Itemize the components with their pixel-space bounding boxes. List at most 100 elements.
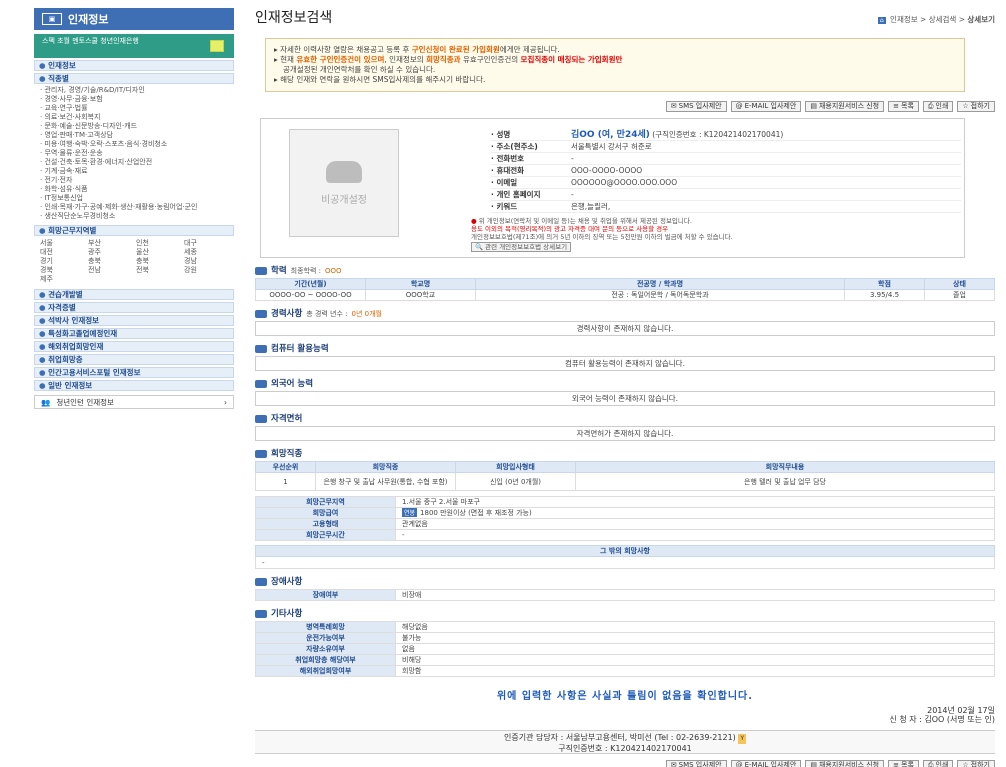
sidebar-item-job[interactable]: 인쇄·목재·가구·공예·제화·생산·재활용·농림어업·군인: [40, 203, 234, 212]
education-title: 학력 최종학력 : OOO: [255, 266, 995, 276]
print-button[interactable]: ⎙ 인쇄: [922, 760, 954, 767]
sidebar-item-job[interactable]: 건설·건축·토목·환경·에너지·산업안전: [40, 158, 234, 167]
table-header: 희망직무내용: [575, 461, 995, 473]
reply-icon[interactable]: Y: [738, 734, 747, 744]
sidebar-item-job[interactable]: 전기·전자: [40, 176, 234, 185]
sidebar-section-job-type[interactable]: 직종별: [34, 73, 234, 84]
sidebar-item-job[interactable]: 의료·보건·사회복지: [40, 113, 234, 122]
table-row: 병역특례희망 해당없음: [255, 621, 995, 633]
other-hope-header: 그 밖의 희망사항: [255, 545, 995, 557]
sidebar-item-job[interactable]: 경영·사무·금융·보험: [40, 95, 234, 104]
region-link[interactable]: 울산: [136, 248, 180, 257]
email-label: 이메일: [491, 177, 571, 188]
breadcrumb-item[interactable]: 인재정보: [890, 15, 918, 24]
region-link[interactable]: 충북: [88, 257, 132, 266]
region-link[interactable]: 광주: [88, 248, 132, 257]
agency-info: 인증기관 담당자 : 서울남부고용센터, 박미선 (Tel : 02-2639-…: [255, 730, 995, 754]
sidebar-item-job[interactable]: 미용·여행·숙박·오락·스포츠·음식·경비청소: [40, 140, 234, 149]
certificate-title: 자격면허: [255, 414, 995, 424]
sidebar-section-apprentice[interactable]: 견습개발별: [34, 289, 234, 300]
hope-detail-table: 희망근무지역 1.서울 중구 2.서울 마포구 희망급여 연봉 1800 만원이상 (…: [255, 496, 995, 541]
career-empty: 경력사항이 존재하지 않습니다.: [255, 321, 995, 336]
table-header: 우선순위: [255, 461, 316, 473]
privacy-law-button[interactable]: 🔍 관련 개인정보보호법 상세보기: [471, 242, 572, 252]
home-icon[interactable]: ⌂: [877, 17, 886, 24]
sidebar-section-talent[interactable]: 인재정보: [34, 60, 234, 71]
agency-contact: 인증기관 담당자 : 서울남부고용센터, 박미선 (Tel : 02-2639-…: [503, 733, 736, 742]
top-button-bar: ✉ SMS 입사제안 @ E-MAIL 입사제안 ▤ 채용지원서비스 신청 ≡ 목록 ⎙…: [255, 101, 995, 112]
table-row: 해외취업희망여부 희망함: [255, 665, 995, 677]
sidebar-section-reemployment[interactable]: 취업희망층: [34, 354, 234, 365]
sidebar-section-region[interactable]: 희망근무지역별: [34, 225, 234, 236]
mentor-school-banner[interactable]: 스펙 초월 멘토스쿨 청년인재은행: [34, 34, 234, 58]
list-button[interactable]: ≡ 목록: [888, 760, 919, 767]
etc-title: 기타사항: [255, 609, 995, 619]
region-link[interactable]: 전남: [88, 266, 132, 275]
sidebar-item-job[interactable]: IT정보통신업: [40, 194, 234, 203]
sidebar-item-job[interactable]: 생산직단순노무경비청소: [40, 212, 234, 221]
disability-value: 비장애: [395, 589, 995, 601]
time-label: 희망근무시간: [255, 529, 396, 541]
region-link[interactable]: 부산: [88, 239, 132, 248]
sidebar-section-master[interactable]: 석박사 인재정보: [34, 315, 234, 326]
sidebar-section-hanaro[interactable]: 인간고용서비스포털 인재정보: [34, 367, 234, 378]
notice-line: 공개설정된 개인연락처를 확인 하실 수 있습니다.: [283, 65, 436, 74]
sidebar: ▣ 인재정보 스펙 초월 멘토스쿨 청년인재은행 인재정보 직종별 관리자, 경…: [34, 8, 234, 767]
career-title: 경력사항 총 경력 년수 :0년 0개월: [255, 309, 995, 319]
breadcrumb-item[interactable]: 상세검색: [929, 15, 957, 24]
sidebar-section-overseas[interactable]: 해외취업희망인재: [34, 341, 234, 352]
region-grid: 서울 부산 인천 대구 대전 광주 울산 세종 경기 충북 충북 경남 경북 전…: [34, 236, 234, 287]
phone-value: -: [571, 154, 574, 163]
region-label: 희망근무지역: [255, 496, 396, 508]
region-link[interactable]: 경기: [40, 257, 84, 266]
region-link[interactable]: 대전: [40, 248, 84, 257]
sidebar-item-job[interactable]: 교육·연구·법률: [40, 104, 234, 113]
close-button[interactable]: ☆ 접하기: [957, 101, 995, 112]
person-silhouette-icon: [326, 160, 362, 183]
region-link[interactable]: 경남: [184, 257, 228, 266]
region-link[interactable]: 대구: [184, 239, 228, 248]
sms-offer-button[interactable]: ✉ SMS 입사제안: [665, 760, 727, 767]
agency-seeker-no: 구직인증번호 : K120421402170041: [558, 744, 692, 753]
support-service-button[interactable]: ▤ 채용지원서비스 신청: [805, 101, 885, 112]
sidebar-item-job[interactable]: 관리자, 경영/기술/R&D/IT/디자인: [40, 86, 234, 95]
table-header: 학교명: [365, 278, 476, 290]
sms-offer-button[interactable]: ✉ SMS 입사제안: [665, 101, 727, 112]
region-link[interactable]: 전북: [136, 266, 180, 275]
region-link[interactable]: 경북: [40, 266, 84, 275]
table-row: 취업희망층 해당여부 비해당: [255, 654, 995, 666]
email-offer-button[interactable]: @ E-MAIL 입사제안: [730, 101, 802, 112]
section-icon: [255, 450, 267, 458]
region-link[interactable]: 강원: [184, 266, 228, 275]
sms-icon: ✉: [670, 761, 677, 767]
sidebar-item-job[interactable]: 영업·판매·TM·고객상담: [40, 131, 234, 140]
region-link[interactable]: 충북: [136, 257, 180, 266]
print-button[interactable]: ⎙ 인쇄: [922, 101, 954, 112]
sidebar-item-job[interactable]: 무역·물류·운전·운송: [40, 149, 234, 158]
table-row: 운전가능여부 불가능: [255, 632, 995, 644]
disability-table: 장애여부 비장애: [255, 589, 995, 601]
sidebar-title: 인재정보: [68, 13, 109, 26]
language-title: 외국어 능력: [255, 379, 995, 389]
email-offer-button[interactable]: @ E-MAIL 입사제안: [730, 760, 802, 767]
image-icon: ▣: [42, 13, 62, 25]
sidebar-section-license[interactable]: 자격증별: [34, 302, 234, 313]
close-button[interactable]: ☆ 접하기: [957, 760, 995, 767]
sidebar-item-job[interactable]: 기계·금속·재료: [40, 167, 234, 176]
region-link[interactable]: 세종: [184, 248, 228, 257]
sidebar-item-job[interactable]: 화학·섬유·식품: [40, 185, 234, 194]
list-button[interactable]: ≡ 목록: [888, 101, 919, 112]
region-link[interactable]: 인천: [136, 239, 180, 248]
youth-intern-link[interactable]: 👥 청년인턴 인재정보 ›: [34, 395, 234, 409]
sidebar-section-elderly[interactable]: 일반 인재정보: [34, 380, 234, 391]
table-header: 희망입사형태: [455, 461, 576, 473]
sidebar-item-job[interactable]: 문화·예술·신문방송·디자인·캐드: [40, 122, 234, 131]
chevron-right-icon: ›: [224, 397, 227, 407]
sidebar-section-specialized[interactable]: 특성화고졸업예정인재: [34, 328, 234, 339]
support-service-button[interactable]: ▤ 채용지원서비스 신청: [805, 760, 885, 767]
region-link[interactable]: 서울: [40, 239, 84, 248]
warning-icon: ●: [471, 217, 477, 225]
hope-table: 우선순위 희망직종 희망입사형태 희망직무내용 1 은행 창구 및 출납 사무원…: [255, 461, 995, 491]
region-link[interactable]: 제주: [40, 275, 84, 284]
education-table: 기간(년월) 학교명 전공명 / 학과명 학점 상태 OOOO-OO ~ OOO…: [255, 278, 995, 301]
